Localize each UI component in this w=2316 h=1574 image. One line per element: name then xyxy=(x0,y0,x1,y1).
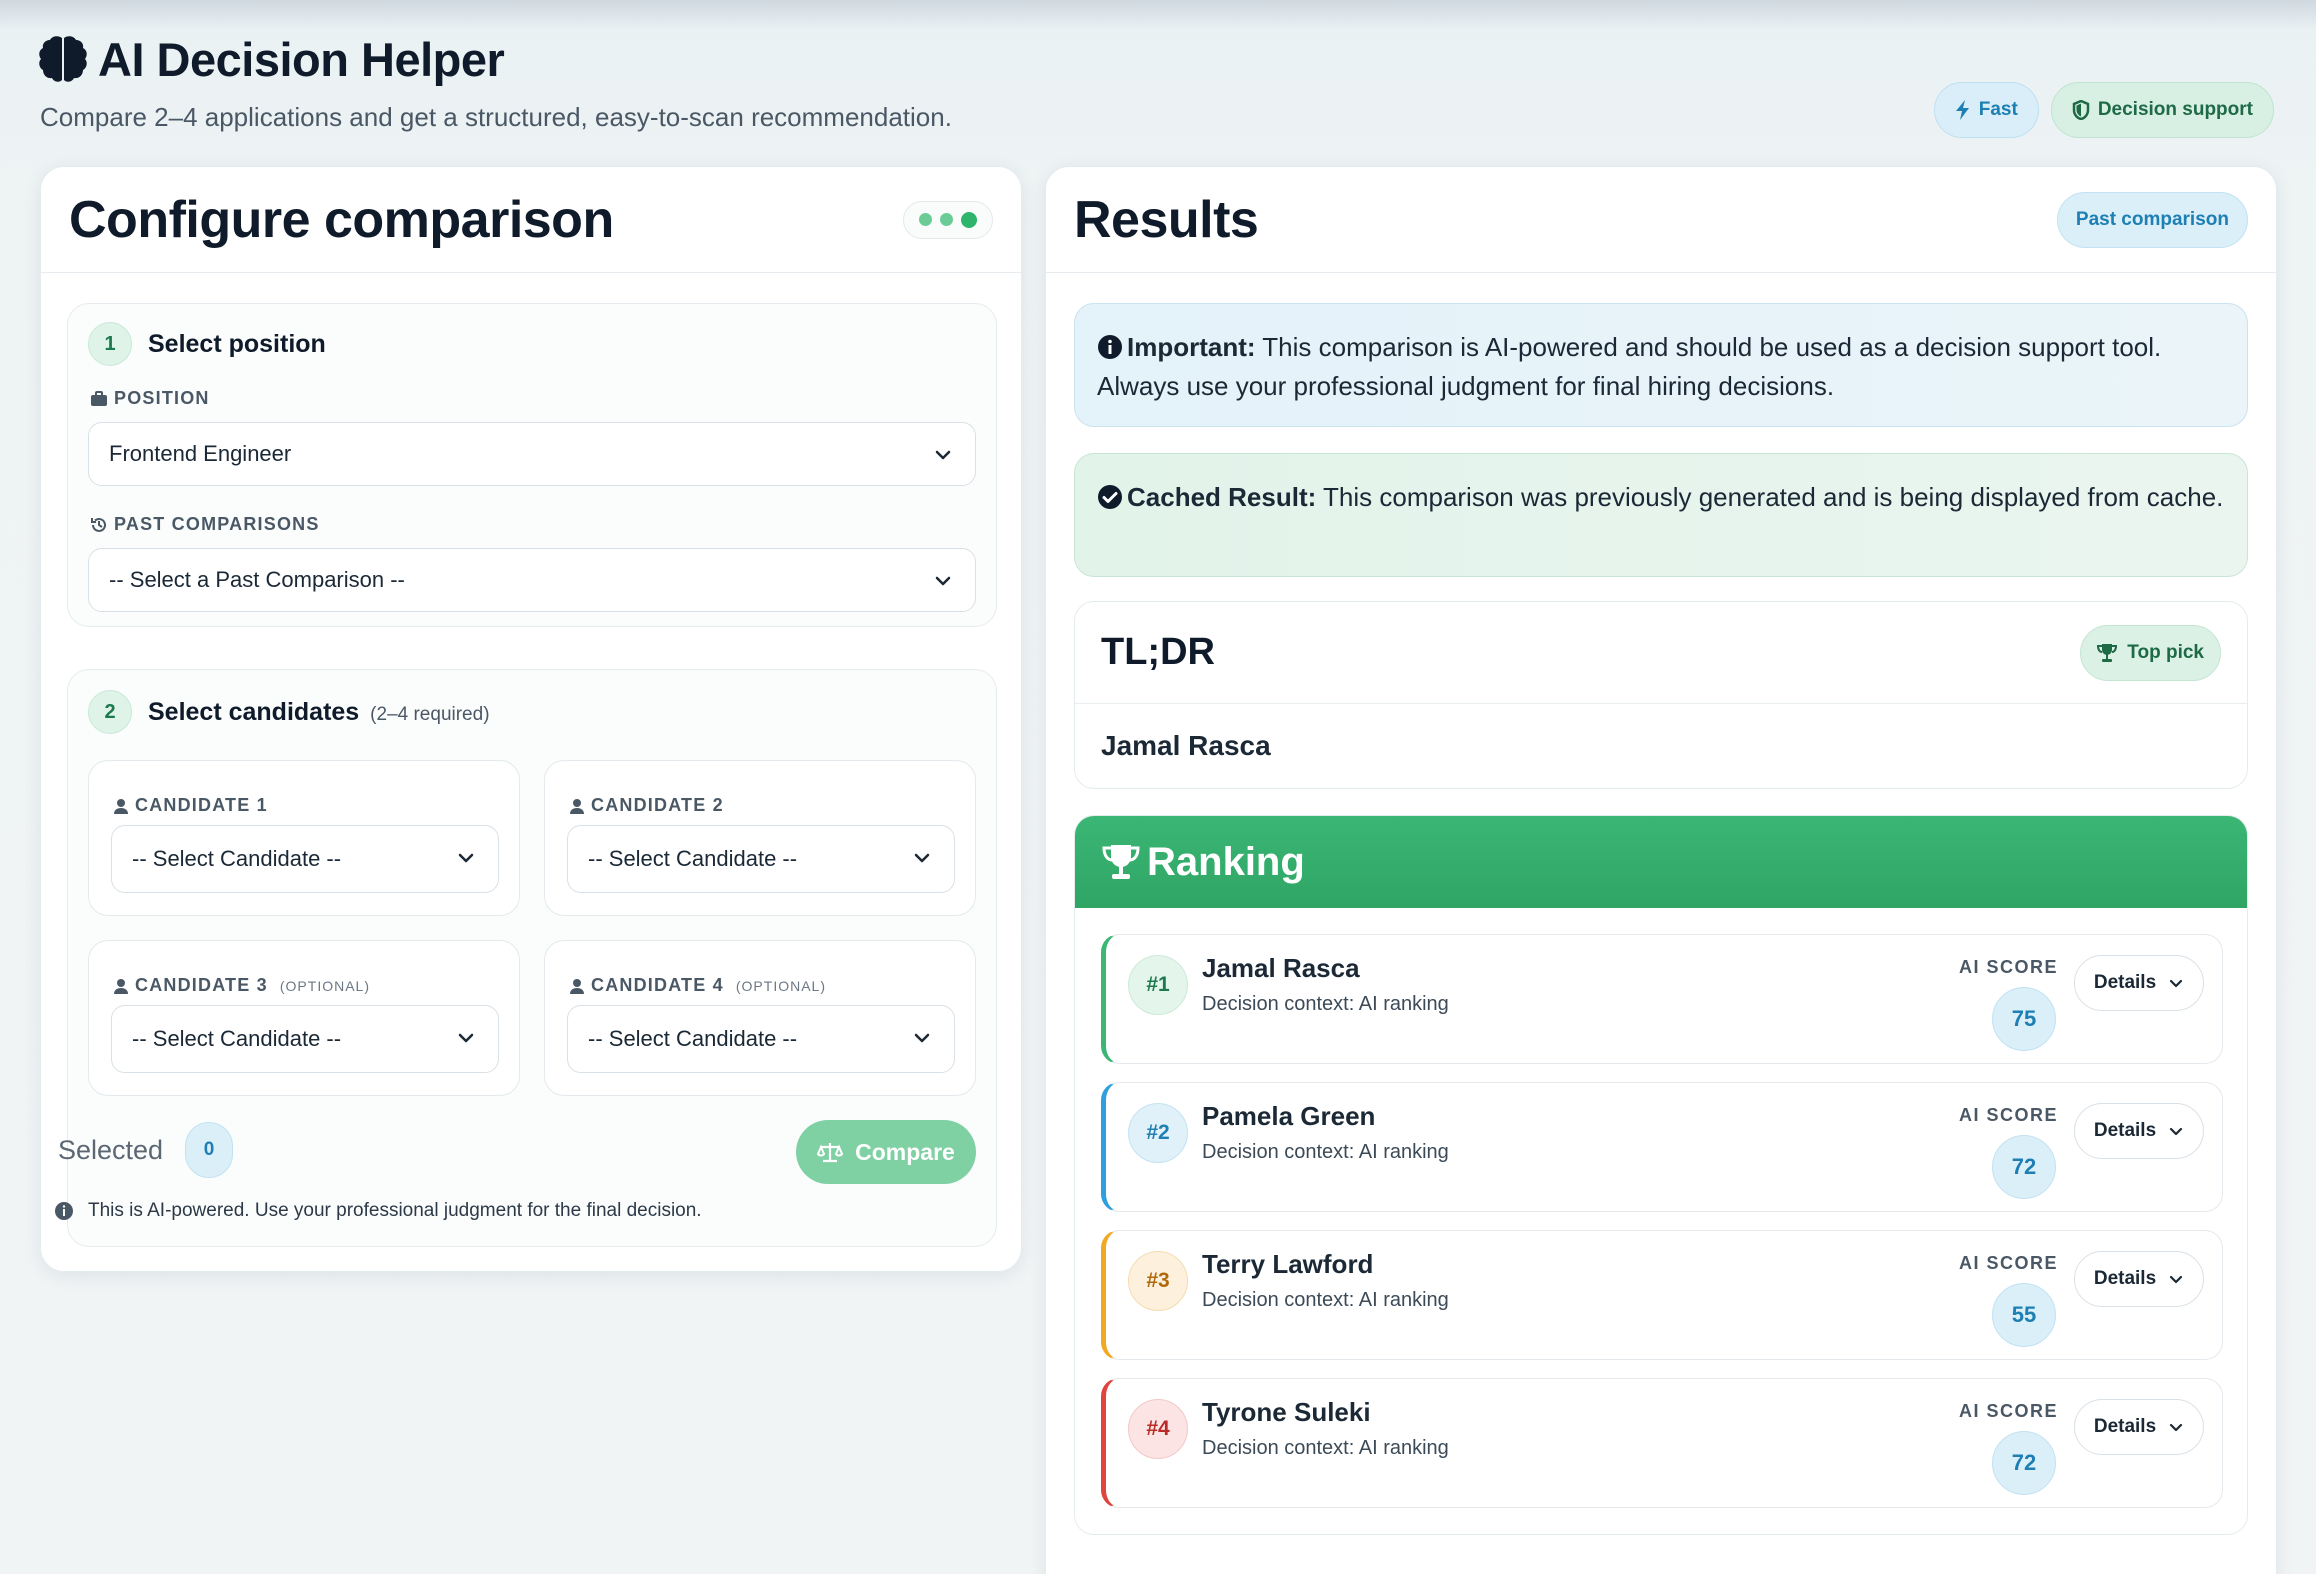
rank-badge: #2 xyxy=(1128,1103,1188,1163)
user-icon xyxy=(570,978,584,994)
past-comparisons-label: PAST COMPARISONS xyxy=(90,514,320,535)
user-icon xyxy=(114,798,128,814)
ranking-item: #3 Terry Lawford Decision context: AI ra… xyxy=(1101,1230,2223,1360)
page-subtitle: Compare 2–4 applications and get a struc… xyxy=(40,102,952,132)
past-comparison-select[interactable]: -- Select a Past Comparison -- xyxy=(88,548,976,612)
results-card: Results Past comparison Important: This … xyxy=(1045,166,2277,1574)
top-pick-badge: Top pick xyxy=(2080,624,2221,681)
candidate-2-select[interactable]: -- Select Candidate -- xyxy=(567,825,955,893)
page-title: AI Decision Helper xyxy=(98,33,505,86)
important-alert: Important: This comparison is AI-powered… xyxy=(1074,303,2248,427)
chevron-down-icon xyxy=(935,450,951,460)
step-title: Select candidates (2–4 required) xyxy=(148,697,490,726)
ranking-title: Ranking xyxy=(1147,839,1305,884)
candidate-name: Terry Lawford xyxy=(1202,1249,1374,1279)
step-number: 1 xyxy=(88,322,132,366)
past-comparison-badge: Past comparison xyxy=(2056,191,2248,248)
candidate-4-select[interactable]: -- Select Candidate -- xyxy=(567,1005,955,1073)
brain-icon xyxy=(39,35,87,82)
ai-score-label: AI SCORE xyxy=(1958,1253,2058,1273)
tldr-title: TL;DR xyxy=(1101,631,1215,673)
cached-alert: Cached Result: This comparison was previ… xyxy=(1074,453,2248,577)
ai-score-label: AI SCORE xyxy=(1958,1401,2058,1421)
details-button[interactable]: Details xyxy=(2074,1251,2204,1307)
ai-score-label: AI SCORE xyxy=(1958,957,2058,977)
user-icon xyxy=(114,978,128,994)
briefcase-icon xyxy=(91,390,107,406)
scale-icon xyxy=(817,1143,844,1163)
decision-context: Decision context: AI ranking xyxy=(1202,1437,1449,1459)
candidate-3-box: CANDIDATE 3 (OPTIONAL) -- Select Candida… xyxy=(88,940,520,1096)
top-shade xyxy=(0,0,2316,30)
step-title: Select position xyxy=(148,329,326,358)
decision-support-badge: Decision support xyxy=(2050,82,2274,138)
ranking-item: #2 Pamela Green Decision context: AI ran… xyxy=(1101,1082,2223,1212)
chevron-down-icon xyxy=(914,853,930,863)
ai-score-value: 72 xyxy=(1992,1431,2056,1495)
candidate-name: Jamal Rasca xyxy=(1202,953,1360,983)
top-pick-name: Jamal Rasca xyxy=(1101,730,1271,761)
check-circle-icon xyxy=(1098,485,1122,509)
decision-context: Decision context: AI ranking xyxy=(1202,1141,1449,1163)
fast-badge: Fast xyxy=(1933,82,2039,138)
trophy-icon xyxy=(1102,845,1140,879)
chevron-down-icon xyxy=(935,576,951,586)
chevron-down-icon xyxy=(2170,979,2183,988)
bolt-icon xyxy=(1955,100,1969,120)
rank-badge: #1 xyxy=(1128,955,1188,1015)
candidate-1-box: CANDIDATE 1 -- Select Candidate -- xyxy=(88,760,520,916)
ai-disclaimer: This is AI-powered. Use your professiona… xyxy=(55,1200,702,1222)
shield-icon xyxy=(2072,100,2090,120)
candidate-3-select[interactable]: -- Select Candidate -- xyxy=(111,1005,499,1073)
chevron-down-icon xyxy=(458,1033,474,1043)
candidate-2-box: CANDIDATE 2 -- Select Candidate -- xyxy=(544,760,976,916)
info-icon xyxy=(1098,335,1122,359)
decision-context: Decision context: AI ranking xyxy=(1202,1289,1449,1311)
chevron-down-icon xyxy=(2170,1275,2183,1284)
app-title: AI Decision Helper xyxy=(38,32,505,87)
compare-button[interactable]: Compare xyxy=(796,1120,976,1184)
selected-count-row: Selected 0 xyxy=(58,1122,234,1178)
info-icon xyxy=(55,1202,73,1220)
candidate-1-select[interactable]: -- Select Candidate -- xyxy=(111,825,499,893)
ranking-item: #4 Tyrone Suleki Decision context: AI ra… xyxy=(1101,1378,2223,1508)
details-button[interactable]: Details xyxy=(2074,1399,2204,1455)
chevron-down-icon xyxy=(2170,1127,2183,1136)
configure-title: Configure comparison xyxy=(69,190,614,249)
ranking-item: #1 Jamal Rasca Decision context: AI rank… xyxy=(1101,934,2223,1064)
selected-label: Selected xyxy=(58,1134,164,1165)
position-select[interactable]: Frontend Engineer xyxy=(88,422,976,486)
ai-score-value: 75 xyxy=(1992,987,2056,1051)
user-icon xyxy=(570,798,584,814)
required-note: (2–4 required) xyxy=(370,703,490,725)
candidate-4-box: CANDIDATE 4 (OPTIONAL) -- Select Candida… xyxy=(544,940,976,1096)
details-button[interactable]: Details xyxy=(2074,955,2204,1011)
decision-context: Decision context: AI ranking xyxy=(1202,993,1449,1015)
history-icon xyxy=(91,517,106,532)
trophy-icon xyxy=(2097,643,2118,662)
ai-score-value: 55 xyxy=(1992,1283,2056,1347)
tldr-card: TL;DR Top pick Jamal Rasca xyxy=(1074,601,2248,789)
step-number: 2 xyxy=(88,690,132,734)
select-position-section: 1 Select position POSITION Frontend Engi… xyxy=(67,303,997,627)
configure-card: Configure comparison 1 Select position P… xyxy=(40,166,1022,1272)
ai-score-value: 72 xyxy=(1992,1135,2056,1199)
chevron-down-icon xyxy=(458,853,474,863)
results-title: Results xyxy=(1074,190,1259,249)
chevron-down-icon xyxy=(2170,1423,2183,1432)
rank-badge: #4 xyxy=(1128,1399,1188,1459)
position-label: POSITION xyxy=(90,388,210,409)
details-button[interactable]: Details xyxy=(2074,1103,2204,1159)
progress-dots xyxy=(903,200,993,239)
ai-score-label: AI SCORE xyxy=(1958,1105,2058,1125)
selected-count-badge: 0 xyxy=(185,1122,234,1178)
header-badges: Fast Decision support xyxy=(1933,82,2274,138)
candidate-name: Pamela Green xyxy=(1202,1101,1376,1131)
candidate-name: Tyrone Suleki xyxy=(1202,1397,1371,1427)
chevron-down-icon xyxy=(914,1033,930,1043)
rank-badge: #3 xyxy=(1128,1251,1188,1311)
ranking-card: Ranking #1 Jamal Rasca Decision context:… xyxy=(1074,815,2248,1535)
